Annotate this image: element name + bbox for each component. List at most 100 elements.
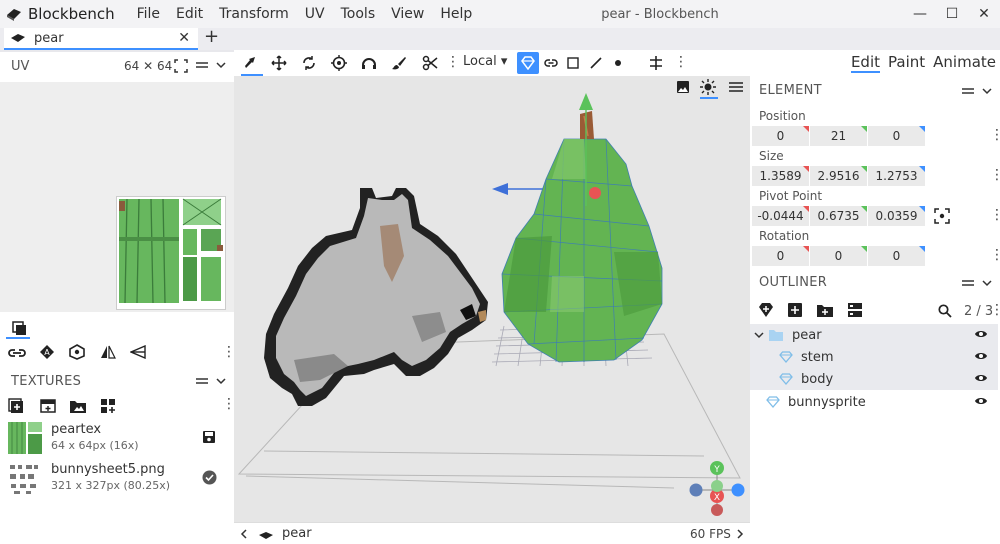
add-texture-icon[interactable] bbox=[8, 398, 24, 414]
chevron-down-icon[interactable] bbox=[754, 331, 764, 339]
rotate-tool-button[interactable] bbox=[298, 52, 320, 74]
vertex-mode-button[interactable] bbox=[607, 52, 629, 74]
menu-uv[interactable]: UV bbox=[297, 0, 333, 28]
new-texture-icon[interactable] bbox=[40, 398, 56, 414]
menu-icon[interactable] bbox=[962, 278, 974, 288]
position-y-field[interactable]: 21 bbox=[810, 126, 867, 146]
chevron-right-icon[interactable] bbox=[736, 529, 744, 539]
outliner-options-icon[interactable]: ⋮ bbox=[990, 302, 1000, 318]
knife-tool-button[interactable] bbox=[419, 52, 441, 74]
pivot-x-field[interactable]: -0.0444 bbox=[752, 206, 809, 226]
x-axis-handle[interactable] bbox=[589, 187, 601, 199]
outliner-row-pear[interactable]: pear bbox=[750, 324, 998, 346]
y-axis-arrow-icon[interactable] bbox=[579, 93, 593, 110]
select-mode-button[interactable] bbox=[517, 52, 539, 74]
size-x-field[interactable]: 1.3589 bbox=[752, 166, 809, 186]
maximize-button[interactable]: ☐ bbox=[936, 0, 968, 28]
pivot-options-icon[interactable]: ⋮ bbox=[990, 207, 1000, 223]
tab-animate[interactable]: Animate bbox=[933, 53, 996, 73]
outliner-row-body[interactable]: body bbox=[750, 368, 998, 390]
link-icon[interactable] bbox=[8, 346, 26, 360]
hamburger-menu-icon[interactable] bbox=[729, 81, 743, 93]
brush-tool-button[interactable] bbox=[388, 52, 410, 74]
menu-help[interactable]: Help bbox=[432, 0, 480, 28]
check-circle-icon[interactable] bbox=[202, 470, 217, 485]
add-group-icon[interactable] bbox=[816, 302, 834, 318]
outliner-row-bunnysprite[interactable]: bunnysprite bbox=[750, 391, 998, 413]
visibility-eye-icon[interactable] bbox=[974, 327, 988, 341]
3d-viewport[interactable]: Y X bbox=[234, 76, 750, 522]
more-options-icon[interactable]: ⋮ bbox=[674, 54, 688, 70]
tab-close-button[interactable]: ✕ bbox=[178, 30, 190, 46]
pivot-z-field[interactable]: 0.0359 bbox=[868, 206, 925, 226]
menu-file[interactable]: File bbox=[129, 0, 168, 28]
menu-icon[interactable] bbox=[196, 60, 208, 70]
vertex-snap-button[interactable] bbox=[358, 52, 380, 74]
texture-a-icon[interactable]: A bbox=[39, 344, 55, 360]
position-z-field[interactable]: 0 bbox=[868, 126, 925, 146]
menu-edit[interactable]: Edit bbox=[168, 0, 211, 28]
pivot-tool-button[interactable] bbox=[328, 52, 350, 74]
search-icon[interactable] bbox=[938, 304, 952, 318]
rotation-options-icon[interactable]: ⋮ bbox=[990, 247, 1000, 263]
minimize-button[interactable]: — bbox=[904, 0, 936, 28]
z-axis-arrow-icon[interactable] bbox=[492, 183, 508, 195]
save-icon[interactable] bbox=[202, 430, 216, 444]
pear-model[interactable] bbox=[501, 138, 663, 363]
pivot-y-field[interactable]: 0.6735 bbox=[810, 206, 867, 226]
bunny-sprite[interactable] bbox=[264, 188, 488, 406]
transform-space-select[interactable]: Local ▾ bbox=[463, 54, 507, 69]
chevron-down-icon[interactable] bbox=[216, 377, 226, 385]
chevron-left-icon[interactable] bbox=[240, 529, 248, 539]
image-icon[interactable] bbox=[676, 80, 690, 94]
tab-pear[interactable]: pear ✕ bbox=[4, 28, 198, 50]
folder-image-icon[interactable] bbox=[69, 398, 87, 414]
menu-view[interactable]: View bbox=[383, 0, 432, 28]
rotation-x-field[interactable]: 0 bbox=[752, 246, 809, 266]
visibility-eye-icon[interactable] bbox=[974, 394, 988, 408]
cube-icon[interactable] bbox=[69, 344, 85, 360]
scene-canvas[interactable]: Y X bbox=[234, 76, 750, 522]
size-options-icon[interactable]: ⋮ bbox=[990, 167, 1000, 183]
size-y-field[interactable]: 2.9516 bbox=[810, 166, 867, 186]
link-mode-button[interactable] bbox=[540, 52, 562, 74]
fullscreen-icon[interactable] bbox=[174, 59, 188, 73]
new-tab-button[interactable]: + bbox=[204, 26, 219, 47]
texture-item-bunnysheet[interactable]: bunnysheet5.png 321 x 327px (80.25x) bbox=[0, 458, 234, 498]
visibility-eye-icon[interactable] bbox=[974, 349, 988, 363]
menu-tools[interactable]: Tools bbox=[333, 0, 384, 28]
tab-edit[interactable]: Edit bbox=[850, 53, 881, 73]
mirror-modeling-button[interactable] bbox=[645, 52, 667, 74]
rotation-z-field[interactable]: 0 bbox=[868, 246, 925, 266]
plane-icon[interactable] bbox=[130, 345, 146, 359]
add-cube-icon[interactable] bbox=[787, 302, 803, 318]
menu-icon[interactable] bbox=[196, 376, 208, 386]
chevron-down-icon[interactable] bbox=[982, 87, 992, 95]
add-mesh-icon[interactable] bbox=[758, 302, 774, 318]
uv-editor-canvas[interactable] bbox=[0, 82, 234, 312]
menu-icon[interactable] bbox=[962, 86, 974, 96]
add-grid-icon[interactable] bbox=[100, 398, 116, 414]
position-options-icon[interactable]: ⋮ bbox=[990, 127, 1000, 143]
texture-item-peartex[interactable]: peartex 64 x 64px (16x) bbox=[0, 418, 234, 458]
uv-texture-map[interactable] bbox=[116, 196, 226, 310]
rotation-y-field[interactable]: 0 bbox=[810, 246, 867, 266]
mirror-icon[interactable] bbox=[100, 344, 116, 360]
size-z-field[interactable]: 1.2753 bbox=[868, 166, 925, 186]
move-tool-button[interactable] bbox=[240, 52, 262, 74]
layers-icon[interactable] bbox=[11, 320, 27, 336]
menu-transform[interactable]: Transform bbox=[211, 0, 297, 28]
list-view-icon[interactable] bbox=[847, 302, 863, 318]
view-axis-gizmo[interactable]: Y X bbox=[689, 461, 745, 516]
uv-size-label[interactable]: 64 ✕ 64 bbox=[124, 59, 172, 73]
center-pivot-icon[interactable] bbox=[934, 208, 950, 224]
tab-paint[interactable]: Paint bbox=[888, 53, 925, 73]
edge-mode-button[interactable] bbox=[585, 52, 607, 74]
chevron-down-icon[interactable] bbox=[216, 61, 226, 69]
chevron-down-icon[interactable] bbox=[982, 279, 992, 287]
visibility-eye-icon[interactable] bbox=[974, 371, 988, 385]
translate-tool-button[interactable] bbox=[268, 52, 290, 74]
position-x-field[interactable]: 0 bbox=[752, 126, 809, 146]
face-mode-button[interactable] bbox=[562, 52, 584, 74]
more-options-icon[interactable]: ⋮ bbox=[446, 54, 460, 70]
